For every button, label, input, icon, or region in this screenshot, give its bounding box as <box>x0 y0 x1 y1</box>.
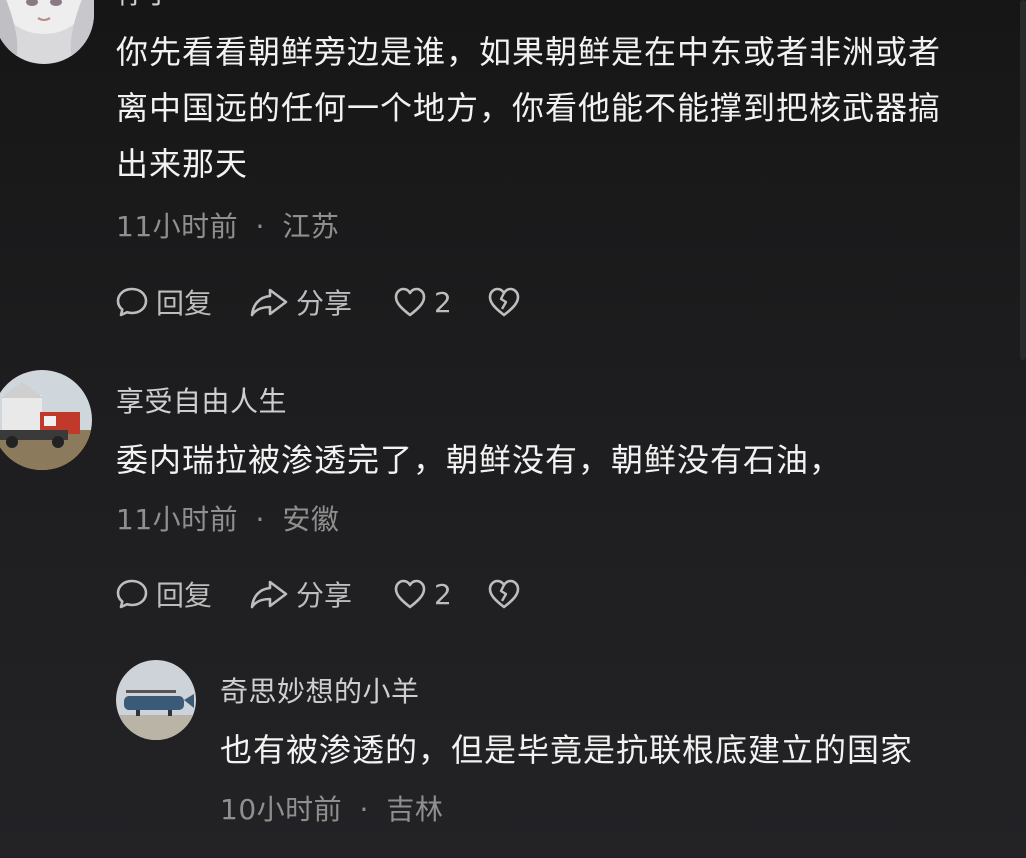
reply-label: 回复 <box>156 579 213 612</box>
share-label: 分享 <box>296 579 353 612</box>
comment-meta: 11小时前 · 江苏 <box>116 205 339 245</box>
username[interactable]: 柠子 <box>116 0 173 12</box>
scrollbar[interactable] <box>1020 0 1026 360</box>
avatar[interactable] <box>116 660 196 740</box>
timestamp: 11小时前 <box>116 503 239 536</box>
share-arrow-icon <box>248 576 290 612</box>
reply-label: 回复 <box>156 287 213 320</box>
username[interactable]: 享受自由人生 <box>116 380 287 420</box>
comment-text-line: 也有被渗透的，但是毕竟是抗联根底建立的国家 <box>220 731 914 769</box>
comment-text: 委内瑞拉被渗透完了，朝鲜没有，朝鲜没有石油， <box>116 432 996 488</box>
reply-button[interactable]: 回复 <box>114 282 212 322</box>
timestamp: 11小时前 <box>116 210 239 243</box>
comment-item: 享受自由人生 委内瑞拉被渗透完了，朝鲜没有，朝鲜没有石油， 11小时前 · 安徽… <box>0 360 1026 620</box>
reply-button[interactable]: 回复 <box>114 574 212 614</box>
comment-actions: 回复 分享 2 <box>114 282 534 322</box>
location: 江苏 <box>282 210 340 243</box>
speech-bubble-icon <box>114 576 150 612</box>
comment-text: 也有被渗透的，但是毕竟是抗联根底建立的国家 <box>220 722 1000 778</box>
speech-bubble-icon <box>114 284 150 320</box>
location: 安徽 <box>282 503 340 536</box>
broken-heart-icon <box>486 576 522 612</box>
like-button[interactable]: 2 <box>392 574 452 614</box>
heart-icon <box>392 576 428 612</box>
comment-text-line: 委内瑞拉被渗透完了，朝鲜没有，朝鲜没有石油， <box>116 441 843 479</box>
username[interactable]: 奇思妙想的小羊 <box>220 670 420 710</box>
comment-actions: 回复 分享 2 <box>114 574 534 614</box>
heart-icon <box>392 284 428 320</box>
location: 吉林 <box>386 793 444 826</box>
comment-text-line: 出来那天 <box>116 145 249 183</box>
comment-text-line: 离中国远的任何一个地方，你看他能不能撑到把核武器搞 <box>116 89 942 127</box>
like-count: 2 <box>434 285 452 319</box>
timestamp: 10小时前 <box>220 793 343 826</box>
avatar[interactable] <box>0 370 92 470</box>
share-button[interactable]: 分享 <box>248 574 352 614</box>
broken-heart-icon <box>486 284 522 320</box>
reply-comment-item: 奇思妙想的小羊 也有被渗透的，但是毕竟是抗联根底建立的国家 10小时前 · 吉林 <box>0 650 1026 858</box>
share-arrow-icon <box>248 284 290 320</box>
meta-separator: · <box>255 210 265 243</box>
comment-meta: 11小时前 · 安徽 <box>116 498 339 538</box>
avatar[interactable] <box>0 0 94 64</box>
like-count: 2 <box>434 577 452 611</box>
comment-meta: 10小时前 · 吉林 <box>220 788 443 828</box>
dislike-button[interactable] <box>486 282 528 322</box>
comment-text: 你先看看朝鲜旁边是谁，如果朝鲜是在中东或者非洲或者 离中国远的任何一个地方，你看… <box>116 24 996 192</box>
share-button[interactable]: 分享 <box>248 282 352 322</box>
comment-item: 柠子 你先看看朝鲜旁边是谁，如果朝鲜是在中东或者非洲或者 离中国远的任何一个地方… <box>0 0 1026 330</box>
meta-separator: · <box>359 793 369 826</box>
meta-separator: · <box>255 503 265 536</box>
dislike-button[interactable] <box>486 574 528 614</box>
like-button[interactable]: 2 <box>392 282 452 322</box>
comment-text-line: 你先看看朝鲜旁边是谁，如果朝鲜是在中东或者非洲或者 <box>116 33 942 71</box>
share-label: 分享 <box>296 287 353 320</box>
